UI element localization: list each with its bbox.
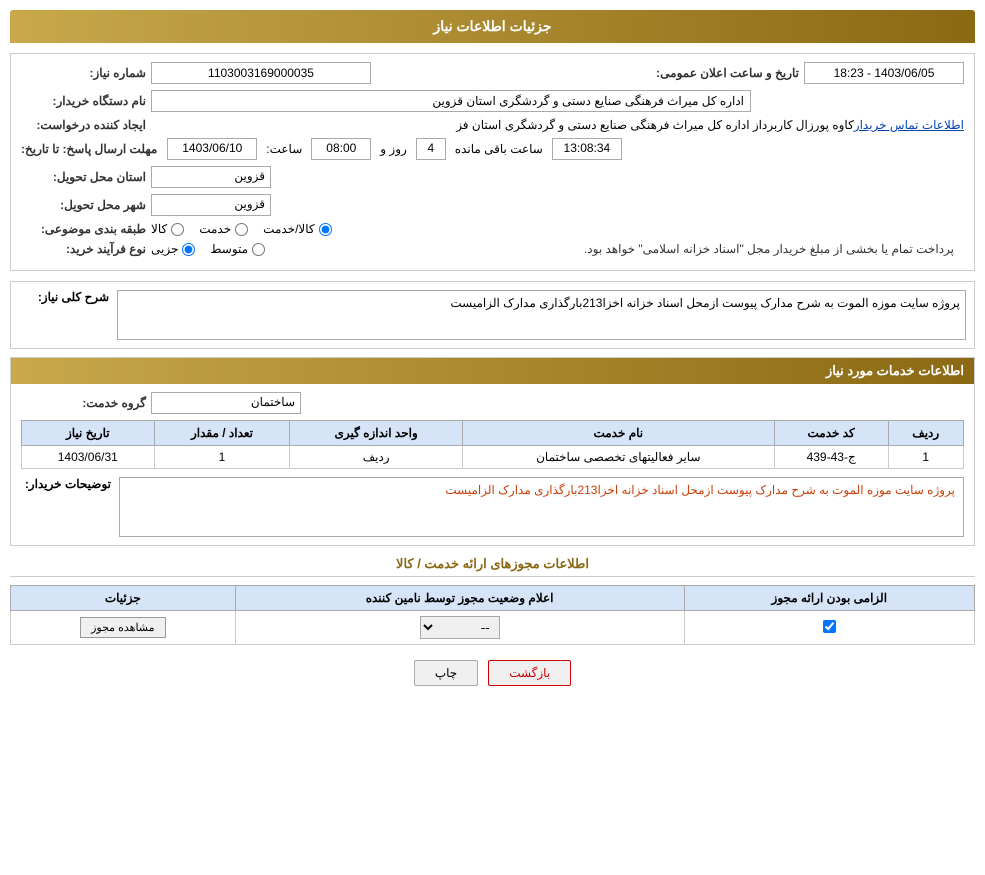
services-section: اطلاعات خدمات مورد نیاز گروه خدمت: ساختم… (10, 357, 975, 546)
announcement-label: تاریخ و ساعت اعلان عمومی: (656, 66, 804, 80)
cell-quantity: 1 (154, 446, 290, 469)
deadline-time-label: ساعت: (266, 142, 302, 156)
province-value: قزوین (151, 166, 271, 188)
services-body: گروه خدمت: ساختمان ردیف کد خدمت نام خدمت… (11, 384, 974, 545)
cell-need-date: 1403/06/31 (22, 446, 155, 469)
col-header-row: ردیف (888, 421, 964, 446)
category-goods-item: کالا (151, 222, 184, 236)
deadline-label: مهلت ارسال پاسخ: تا تاریخ: (21, 142, 162, 156)
col-header-date: تاریخ نیاز (22, 421, 155, 446)
services-table: ردیف کد خدمت نام خدمت واحد اندازه گیری ت… (21, 420, 964, 469)
services-title: اطلاعات خدمات مورد نیاز (11, 358, 974, 384)
city-label: شهر محل تحویل: (21, 198, 151, 212)
category-goods-service-radio[interactable] (319, 223, 332, 236)
permit-required-checkbox[interactable] (823, 620, 836, 633)
creator-value: کاوه پورزال کاربرداز اداره کل میراث فرهن… (151, 118, 854, 132)
purchase-partial-radio[interactable] (182, 243, 195, 256)
general-need-section: شرح کلی نیاز: پروژه سایت موزه الموت به ش… (10, 281, 975, 349)
print-button[interactable]: چاپ (414, 660, 478, 686)
permits-col-status: اعلام وضعیت مجوز توسط نامین کننده (235, 586, 684, 611)
service-group-label: گروه خدمت: (21, 396, 151, 410)
deadline-row: مهلت ارسال پاسخ: تا تاریخ: 1403/06/10 سا… (21, 138, 964, 160)
buyer-org-label: نام دستگاه خریدار: (21, 94, 151, 108)
need-number-row: شماره نیاز: 1103003169000035 تاریخ و ساع… (21, 62, 964, 84)
deadline-days-label: روز و (380, 142, 407, 156)
category-service-label: خدمت (199, 222, 231, 236)
purchase-note: پرداخت تمام یا بخشی از مبلغ خریدار مجل "… (265, 242, 964, 256)
cell-service-code: ج-43-439 (774, 446, 888, 469)
permit-status-select[interactable]: -- (420, 616, 500, 639)
cell-unit: ردیف (290, 446, 462, 469)
purchase-radio-group: جزیی متوسط (151, 242, 265, 256)
need-number-value: 1103003169000035 (151, 62, 371, 84)
purchase-type-row: نوع فرآیند خرید: جزیی متوسط پرداخت تمام … (21, 242, 964, 256)
col-header-qty: تعداد / مقدار (154, 421, 290, 446)
need-info-section: شماره نیاز: 1103003169000035 تاریخ و ساع… (10, 53, 975, 271)
purchase-medium-label: متوسط (210, 242, 248, 256)
category-goods-radio[interactable] (171, 223, 184, 236)
category-goods-label: کالا (151, 222, 167, 236)
deadline-date: 1403/06/10 (167, 138, 257, 160)
creator-label: ایجاد کننده درخواست: (21, 118, 151, 132)
creator-link[interactable]: اطلاعات تماس خریدار (854, 118, 964, 132)
page-title: جزئیات اطلاعات نیاز (433, 18, 551, 34)
city-value: قزوین (151, 194, 271, 216)
permits-section: اطلاعات مجوزهای ارائه خدمت / کالا الزامی… (10, 556, 975, 645)
service-group-row: گروه خدمت: ساختمان (21, 392, 964, 414)
purchase-medium-item: متوسط (210, 242, 265, 256)
deadline-time: 08:00 (311, 138, 371, 160)
table-row: 1 ج-43-439 سایر فعالیتهای تخصصی ساختمان … (22, 446, 964, 469)
category-radio-group: کالا خدمت کالا/خدمت (151, 222, 332, 236)
buyer-desc-row: توضیحات خریدار: پروژه سایت موزه الموت به… (21, 477, 964, 537)
buyer-org-value: اداره کل میراث فرهنگی صنایع دستی و گردشگ… (151, 90, 751, 112)
permit-detail-cell: مشاهده مجوز (11, 611, 236, 645)
permits-col-detail: جزئیات (11, 586, 236, 611)
buyer-desc-value: پروژه سایت موزه الموت به شرح مدارک پیوست… (119, 477, 964, 537)
category-row: طبقه بندی موضوعی: کالا خدمت کالا/خدمت (21, 222, 964, 236)
purchase-partial-item: جزیی (151, 242, 195, 256)
deadline-days: 4 (416, 138, 446, 160)
back-button[interactable]: بازگشت (488, 660, 571, 686)
purchase-partial-label: جزیی (151, 242, 178, 256)
province-label: استان محل تحویل: (21, 170, 151, 184)
permit-status-cell: -- (235, 611, 684, 645)
category-service-radio[interactable] (235, 223, 248, 236)
page-header: جزئیات اطلاعات نیاز (10, 10, 975, 43)
category-service-item: خدمت (199, 222, 248, 236)
permits-col-required: الزامی بودن ارائه مجوز (684, 586, 974, 611)
general-need-label: شرح کلی نیاز: (19, 290, 109, 304)
category-goods-service-item: کالا/خدمت (263, 222, 331, 236)
col-header-code: کد خدمت (774, 421, 888, 446)
permits-table: الزامی بودن ارائه مجوز اعلام وضعیت مجوز … (10, 585, 975, 645)
col-header-unit: واحد اندازه گیری (290, 421, 462, 446)
general-need-value: پروژه سایت موزه الموت به شرح مدارک پیوست… (117, 290, 966, 340)
button-group: بازگشت چاپ (10, 660, 975, 686)
purchase-medium-radio[interactable] (252, 243, 265, 256)
purchase-type-label: نوع فرآیند خرید: (21, 242, 151, 256)
need-info-body: شماره نیاز: 1103003169000035 تاریخ و ساع… (11, 54, 974, 270)
category-label: طبقه بندی موضوعی: (21, 222, 151, 236)
permit-row: -- مشاهده مجوز (11, 611, 975, 645)
deadline-remaining: 13:08:34 (552, 138, 622, 160)
cell-service-name: سایر فعالیتهای تخصصی ساختمان (462, 446, 774, 469)
buyer-desc-label: توضیحات خریدار: (21, 477, 111, 491)
service-group-value: ساختمان (151, 392, 301, 414)
creator-row: ایجاد کننده درخواست: کاوه پورزال کاربردا… (21, 118, 964, 132)
permits-title: اطلاعات مجوزهای ارائه خدمت / کالا (10, 556, 975, 577)
permit-required-cell (684, 611, 974, 645)
province-row: استان محل تحویل: قزوین (21, 166, 964, 188)
view-permit-button[interactable]: مشاهده مجوز (80, 617, 165, 638)
need-number-label: شماره نیاز: (21, 66, 151, 80)
city-row: شهر محل تحویل: قزوین (21, 194, 964, 216)
col-header-name: نام خدمت (462, 421, 774, 446)
buyer-org-row: نام دستگاه خریدار: اداره کل میراث فرهنگی… (21, 90, 964, 112)
deadline-remaining-label: ساعت باقی مانده (455, 142, 543, 156)
cell-row-num: 1 (888, 446, 964, 469)
category-goods-service-label: کالا/خدمت (263, 222, 314, 236)
announcement-value: 1403/06/05 - 18:23 (804, 62, 964, 84)
